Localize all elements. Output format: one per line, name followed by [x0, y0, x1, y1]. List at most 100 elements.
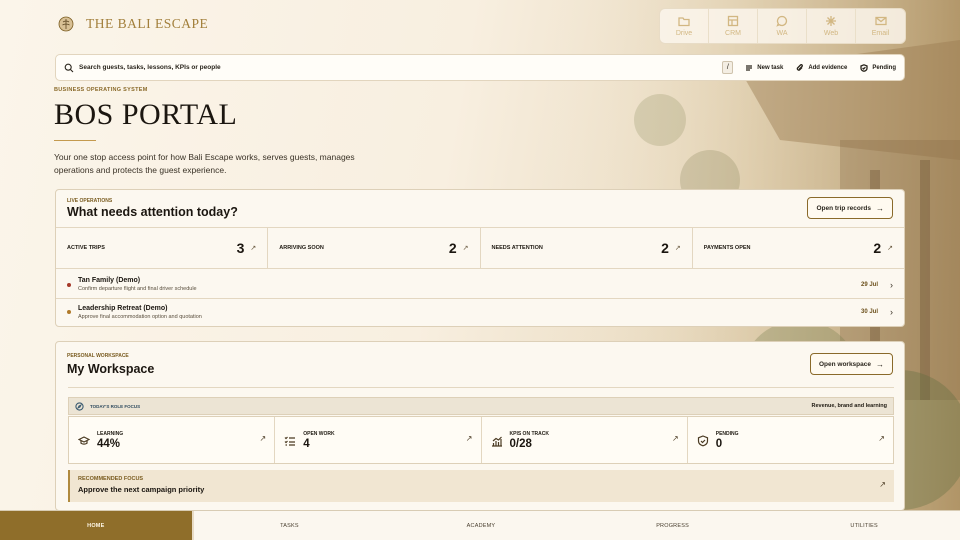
- arrow-up-right-icon: ↗: [887, 245, 893, 252]
- trip-note: Approve final accommodation option and q…: [78, 313, 202, 320]
- quick-link-wa[interactable]: WA: [758, 9, 807, 43]
- quick-links: Drive CRM WA Web Email: [659, 8, 906, 44]
- kpi-pending[interactable]: PENDING 0 ↗: [688, 417, 893, 463]
- list-icon: [746, 64, 753, 71]
- role-focus-value: Revenue, brand and learning: [811, 403, 888, 409]
- title-divider: [54, 140, 96, 141]
- mail-icon: [874, 16, 887, 26]
- arrow-up-right-icon: ↗: [878, 434, 885, 443]
- live-ops-eyebrow: LIVE OPERATIONS: [67, 198, 113, 204]
- nav-academy[interactable]: ACADEMY: [385, 511, 577, 540]
- checklist-icon: [284, 436, 296, 446]
- folder-icon: [678, 17, 690, 27]
- quick-link-label: WA: [776, 30, 788, 37]
- quick-link-web[interactable]: Web: [807, 9, 856, 43]
- quick-link-crm[interactable]: CRM: [709, 9, 758, 43]
- arrow-up-right-icon: ↗: [879, 480, 886, 489]
- quick-link-label: Email: [871, 30, 890, 37]
- hero-section: BUSINESS OPERATING SYSTEM BOS PORTAL You…: [54, 87, 364, 177]
- kpi-value: 0: [715, 437, 723, 450]
- stat-label: PAYMENTS OPEN: [703, 245, 751, 251]
- stat-label: NEEDS ATTENTION: [491, 245, 543, 251]
- arrow-up-right-icon: ↗: [672, 434, 679, 443]
- kpi-learning[interactable]: LEARNING 44% ↗: [69, 417, 276, 463]
- pending-label: Pending: [872, 64, 896, 71]
- pending-button[interactable]: Pending: [860, 63, 896, 72]
- brand-name: THE BALI ESCAPE: [86, 16, 209, 31]
- brand[interactable]: THE BALI ESCAPE: [58, 16, 208, 32]
- role-focus-bar: TODAY'S ROLE FOCUS Revenue, brand and le…: [68, 397, 894, 415]
- search-bar: Search guests, tasks, lessons, KPIs or p…: [55, 54, 905, 81]
- arrow-up-right-icon: ↗: [259, 434, 267, 443]
- kpi-value: 0/28: [509, 437, 532, 450]
- status-dot: [67, 282, 71, 287]
- chat-icon: [776, 15, 788, 27]
- stat-label: ACTIVE TRIPS: [67, 245, 105, 251]
- live-operations-card: LIVE OPERATIONS What needs attention tod…: [55, 189, 905, 327]
- arrow-up-right-icon: ↗: [250, 245, 257, 252]
- workspace-card: PERSONAL WORKSPACE My Workspace Open wor…: [55, 341, 905, 511]
- grid-icon: [727, 15, 739, 27]
- trip-date: 30 Jul: [860, 309, 878, 315]
- stat-payments-open[interactable]: PAYMENTS OPEN 2 ↗: [693, 228, 904, 268]
- stat-needs-attention[interactable]: NEEDS ATTENTION 2 ↗: [481, 228, 693, 268]
- quick-link-label: CRM: [725, 30, 741, 37]
- stat-value: 2: [873, 240, 882, 256]
- trip-row[interactable]: Tan Family (Demo) Confirm departure flig…: [56, 271, 904, 298]
- hero-description: Your one stop access point for how Bali …: [54, 152, 355, 175]
- recommended-focus[interactable]: RECOMMENDED FOCUS Approve the next campa…: [68, 470, 894, 502]
- workspace-kpis: LEARNING 44% ↗ OPEN WORK 4 ↗ KPIS ON TRA…: [68, 416, 894, 464]
- divider: [68, 387, 894, 388]
- kpi-value: 4: [303, 437, 310, 450]
- add-evidence-button[interactable]: Add evidence: [796, 63, 848, 72]
- compass-icon: [75, 401, 84, 411]
- quick-link-drive[interactable]: Drive: [660, 9, 709, 43]
- nav-utilities[interactable]: UTILITIES: [768, 511, 960, 540]
- quick-link-email[interactable]: Email: [856, 9, 905, 43]
- nav-tasks[interactable]: TASKS: [194, 511, 386, 540]
- stat-active-trips[interactable]: ACTIVE TRIPS 3 ↗: [56, 228, 269, 268]
- trip-row[interactable]: Leadership Retreat (Demo) Approve final …: [56, 298, 904, 325]
- add-evidence-label: Add evidence: [808, 64, 848, 71]
- nav-progress[interactable]: PROGRESS: [577, 511, 769, 540]
- quick-link-label: Web: [823, 30, 839, 37]
- hero-eyebrow: BUSINESS OPERATING SYSTEM: [54, 87, 148, 93]
- workspace-title: My Workspace: [67, 362, 155, 376]
- workspace-eyebrow: PERSONAL WORKSPACE: [67, 353, 129, 359]
- trip-date: 29 Jul: [860, 281, 878, 288]
- shield-check-icon: [697, 435, 708, 447]
- stat-value: 3: [236, 240, 245, 256]
- bottom-navigation: HOME TASKS ACADEMY PROGRESS UTILITIES: [0, 510, 960, 540]
- open-workspace-button[interactable]: Open workspace →: [809, 353, 893, 375]
- stat-arriving-soon[interactable]: ARRIVING SOON 2 ↗: [268, 228, 481, 268]
- stat-value: 2: [448, 240, 457, 256]
- page-title: BOS PORTAL: [54, 98, 238, 131]
- kpi-label: LEARNING: [97, 430, 124, 437]
- shield-check-icon: [860, 63, 868, 72]
- nav-home[interactable]: HOME: [0, 511, 194, 540]
- open-trip-records-label: Open trip records: [816, 204, 871, 212]
- search-input[interactable]: Search guests, tasks, lessons, KPIs or p…: [79, 64, 722, 71]
- chevron-right-icon: ›: [890, 307, 893, 317]
- status-dot: [67, 310, 71, 314]
- arrow-right-icon: →: [876, 359, 884, 369]
- kpi-on-track[interactable]: KPIS ON TRACK 0/28 ↗: [482, 417, 688, 463]
- arrow-up-right-icon: ↗: [462, 245, 469, 252]
- kpi-open-work[interactable]: OPEN WORK 4 ↗: [275, 417, 482, 463]
- arrow-right-icon: →: [876, 203, 884, 213]
- live-ops-title: What needs attention today?: [67, 205, 238, 219]
- recommended-focus-text: Approve the next campaign priority: [78, 485, 205, 494]
- new-task-button[interactable]: New task: [745, 64, 783, 72]
- chart-icon: [491, 436, 502, 447]
- open-trip-records-button[interactable]: Open trip records →: [807, 197, 893, 219]
- arrow-up-right-icon: ↗: [465, 434, 473, 443]
- role-focus-label: TODAY'S ROLE FOCUS: [90, 403, 141, 409]
- graduation-cap-icon: [77, 436, 91, 445]
- brand-logo-icon: [58, 16, 74, 32]
- sparkle-icon: [826, 16, 836, 26]
- live-ops-stats: ACTIVE TRIPS 3 ↗ ARRIVING SOON 2 ↗ NEEDS…: [56, 227, 904, 269]
- new-task-label: New task: [757, 64, 784, 71]
- trip-note: Confirm departure flight and final drive…: [78, 286, 197, 292]
- kpi-value: 44%: [97, 437, 121, 450]
- stat-value: 2: [661, 240, 669, 256]
